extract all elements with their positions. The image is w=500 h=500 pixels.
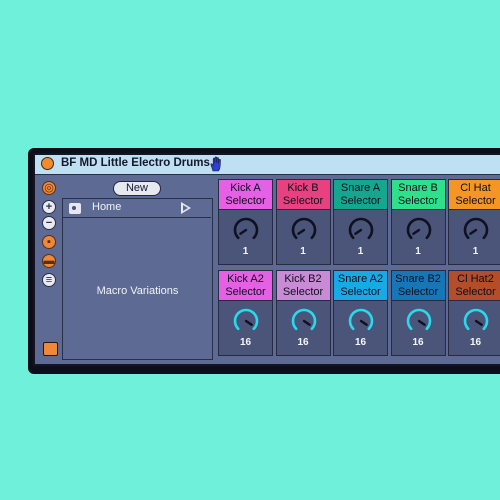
device-title-bar[interactable]: BF MD Little Electro Drums — [35, 155, 500, 175]
macro-name-line2: Selector — [225, 286, 266, 298]
macro-name-label[interactable]: Snare B2 Selector — [391, 271, 445, 301]
macro-name-line2: Selector — [282, 195, 324, 207]
chain-list-icon[interactable]: ≡ — [42, 273, 56, 287]
macro-name-line2: Selector — [397, 195, 439, 207]
home-variation-label: Home — [92, 201, 122, 213]
macro-value: 1 — [242, 246, 249, 257]
macro-control[interactable]: Snare B Selector 1 — [390, 179, 446, 265]
macro-name-line2: Selector — [455, 286, 496, 298]
macro-name-label[interactable]: Snare A2 Selector — [334, 271, 387, 301]
play-icon[interactable] — [181, 202, 191, 214]
hand-icon[interactable] — [209, 156, 223, 172]
macro-value: 16 — [469, 337, 482, 348]
new-variation-button[interactable]: New — [113, 181, 161, 196]
macro-knob[interactable] — [290, 216, 318, 244]
show-macros-icon[interactable]: ◎ — [42, 181, 56, 195]
add-macro-icon[interactable]: + — [42, 200, 56, 214]
macro-name-line1: Cl Hat2 — [457, 273, 494, 285]
macro-control[interactable]: Kick B2 Selector 16 — [275, 270, 331, 356]
macro-variations-label: Macro Variations — [96, 285, 179, 297]
macro-knob-cyan[interactable] — [405, 307, 433, 335]
rack-sidebar: ◎ + − ▪ ▬ ≡ — [39, 177, 59, 362]
macro-knob-cyan[interactable] — [462, 307, 490, 335]
macro-value: 16 — [412, 337, 424, 348]
macro-variations-panel: Home Macro Variations — [62, 198, 213, 360]
macro-control[interactable]: Snare B2 Selector 16 — [390, 270, 446, 356]
variation-home-row[interactable]: Home — [63, 199, 211, 218]
macro-name-line1: Snare A — [340, 182, 381, 194]
macro-name-line1: Cl Hat — [460, 182, 491, 194]
macro-value: 16 — [354, 337, 367, 348]
macro-name-line1: Kick A2 — [227, 273, 264, 285]
macro-control[interactable]: Kick A Selector 1 — [218, 179, 273, 265]
macro-map-icon[interactable] — [43, 342, 58, 356]
macro-control[interactable]: Snare A Selector 1 — [333, 179, 388, 265]
macro-name-label[interactable]: Kick A Selector — [219, 180, 272, 210]
macro-value: 1 — [300, 246, 306, 257]
macro-name-line1: Kick A — [230, 182, 261, 194]
macro-control[interactable]: Kick A2 Selector 16 — [218, 270, 273, 356]
macro-knob[interactable] — [232, 216, 260, 244]
macro-name-label[interactable]: Cl Hat Selector — [449, 180, 500, 210]
macro-knob[interactable] — [347, 216, 375, 244]
rack-device: BF MD Little Electro Drums ◎ + − ▪ ▬ ≡ N… — [33, 153, 500, 366]
macro-knob[interactable] — [405, 216, 433, 244]
macro-name-label[interactable]: Snare A Selector — [334, 180, 387, 210]
macro-knob[interactable] — [462, 216, 490, 244]
randomize-icon[interactable]: ▬ — [42, 254, 56, 268]
macro-value: 16 — [297, 337, 309, 348]
macro-name-line1: Snare A2 — [337, 273, 384, 285]
macro-name-line2: Selector — [225, 195, 266, 207]
macro-control[interactable]: Cl Hat2 Selector 16 — [448, 270, 500, 356]
camera-icon[interactable] — [69, 203, 81, 214]
macro-name-label[interactable]: Cl Hat2 Selector — [449, 271, 500, 301]
macro-name-label[interactable]: Kick A2 Selector — [219, 271, 272, 301]
device-activator-icon[interactable] — [41, 157, 54, 170]
macro-name-line2: Selector — [340, 195, 381, 207]
macro-control[interactable]: Cl Hat Selector 1 — [448, 179, 500, 265]
macro-name-label[interactable]: Kick B2 Selector — [276, 271, 330, 301]
macro-name-line2: Selector — [340, 286, 381, 298]
macro-value: 1 — [357, 246, 364, 257]
macro-knob-cyan[interactable] — [347, 307, 375, 335]
macro-value: 1 — [472, 246, 479, 257]
macro-name-label[interactable]: Snare B Selector — [391, 180, 445, 210]
macro-name-line1: Snare B — [398, 182, 438, 194]
macro-control[interactable]: Snare A2 Selector 16 — [333, 270, 388, 356]
variations-camera-icon[interactable]: ▪ — [42, 235, 56, 249]
macro-name-line2: Selector — [282, 286, 324, 298]
macro-knob-cyan[interactable] — [290, 307, 318, 335]
macro-control[interactable]: Kick B Selector 1 — [275, 179, 331, 265]
macro-name-line1: Kick B — [287, 182, 319, 194]
remove-macro-icon[interactable]: − — [42, 216, 56, 230]
macro-name-line1: Snare B2 — [395, 273, 441, 285]
device-title: BF MD Little Electro Drums — [61, 157, 210, 169]
macro-knob-cyan[interactable] — [232, 307, 260, 335]
macro-name-line2: Selector — [455, 195, 496, 207]
macro-name-line1: Kick B2 — [284, 273, 322, 285]
macro-value: 1 — [415, 246, 421, 257]
macro-value: 16 — [239, 337, 252, 348]
macro-name-label[interactable]: Kick B Selector — [276, 180, 330, 210]
macro-name-line2: Selector — [397, 286, 439, 298]
